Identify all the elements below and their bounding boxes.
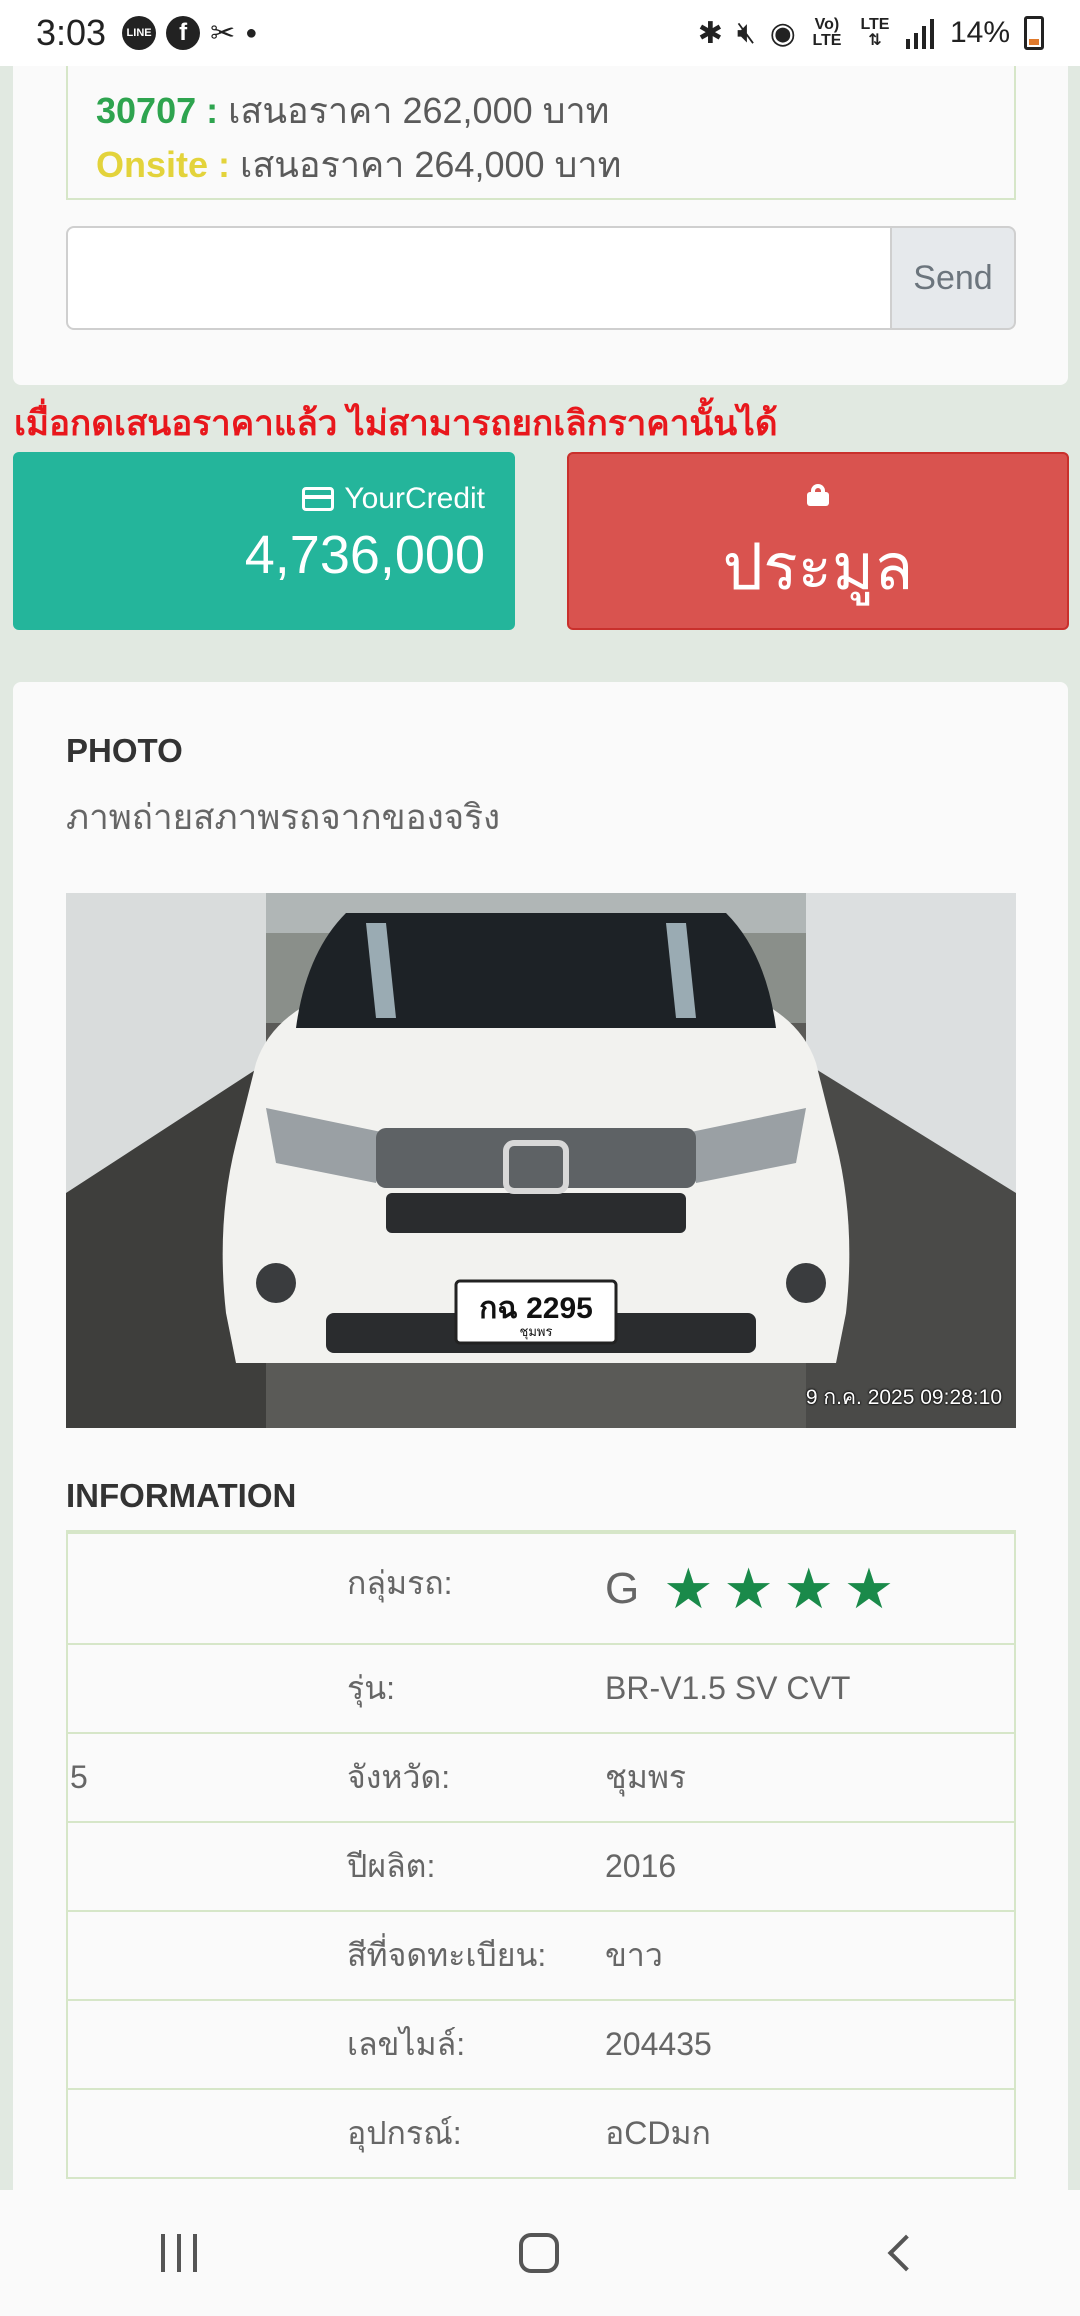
mute-icon: 🔇︎ bbox=[736, 16, 756, 49]
photo-timestamp: 9 ก.ค. 2025 09:28:10 bbox=[805, 1386, 1002, 1409]
star-icon: ★ bbox=[663, 1556, 714, 1620]
star-icon: ★ bbox=[723, 1556, 774, 1620]
information-section-title: INFORMATION bbox=[66, 1477, 297, 1514]
bid-history-card: 30707 : เสนอราคา 262,000 บาท Onsite : เส… bbox=[13, 40, 1068, 385]
grade-cell: G ★ ★ ★ ★ bbox=[605, 1531, 1016, 1645]
info-value: BR-V1.5 SV CVT bbox=[605, 1643, 1016, 1734]
info-label: รุ่น: bbox=[347, 1643, 605, 1734]
info-value: ชุมพร bbox=[605, 1732, 1016, 1823]
bid-warning-text: เมื่อกดเสนอราคาแล้ว ไม่สามารถยกเลิกราคาน… bbox=[14, 404, 778, 443]
credit-card-icon bbox=[302, 487, 335, 511]
bid-history-list: 30707 : เสนอราคา 262,000 บาท Onsite : เส… bbox=[66, 60, 1016, 200]
battery-percent: 14% bbox=[949, 16, 1010, 49]
row-index: 5 bbox=[66, 1732, 347, 1823]
bluetooth-icon: ✱ bbox=[697, 16, 723, 50]
table-cell bbox=[66, 1821, 347, 1912]
dot-icon: ● bbox=[245, 21, 258, 44]
table-cell bbox=[66, 1910, 347, 2001]
info-value: ขาว bbox=[605, 1910, 1016, 2001]
vehicle-detail-card: PHOTO ภาพถ่ายสภาพรถจากของจริง กฉ 2295 ชุ… bbox=[13, 682, 1068, 2316]
tools-icon: ✂ bbox=[210, 16, 236, 50]
volte-icon: Vo) LTE bbox=[812, 16, 842, 49]
table-row: 5 จังหวัด: ชุมพร bbox=[66, 1732, 1016, 1823]
vehicle-info-table: กลุ่มรถ: G ★ ★ ★ ★ รุ่น: BR-V1.5 SV CVT … bbox=[66, 1530, 1016, 2179]
table-cell bbox=[66, 1999, 347, 2090]
info-label: จังหวัด: bbox=[347, 1732, 605, 1823]
send-button[interactable]: Send bbox=[892, 226, 1016, 330]
message-input[interactable] bbox=[66, 226, 892, 330]
bid-entry: Onsite : เสนอราคา 264,000 บาท bbox=[96, 136, 621, 193]
table-row: ปีผลิต: 2016 bbox=[66, 1821, 1016, 1912]
status-time: 3:03 bbox=[36, 12, 107, 53]
info-label: อุปกรณ์: bbox=[347, 2088, 605, 2179]
table-cell bbox=[66, 1531, 347, 1645]
recent-apps-icon[interactable] bbox=[161, 2234, 197, 2272]
bid-text: เสนอราคา 262,000 บาท bbox=[228, 90, 610, 131]
status-bar: 3:03 LINE f ✂ ● ✱ 🔇︎ ◉ Vo) LTE LTE ⇅ 14% bbox=[0, 0, 1080, 66]
table-row: กลุ่มรถ: G ★ ★ ★ ★ bbox=[66, 1531, 1016, 1645]
table-cell bbox=[66, 2088, 347, 2179]
star-icon: ★ bbox=[843, 1556, 895, 1620]
message-row: Send bbox=[66, 226, 1016, 330]
home-icon[interactable] bbox=[519, 2233, 559, 2273]
bid-code: 30707 : bbox=[96, 90, 219, 131]
system-nav-bar bbox=[0, 2190, 1080, 2316]
info-label: เลขไมล์: bbox=[347, 1999, 605, 2090]
info-label: ปีผลิต: bbox=[347, 1821, 605, 1912]
vehicle-photo[interactable]: กฉ 2295 ชุมพร 9 ก.ค. 2025 09:28:10 bbox=[66, 893, 1016, 1428]
info-value: อCDมก bbox=[605, 2088, 1016, 2179]
info-label: กลุ่มรถ: bbox=[347, 1531, 605, 1645]
table-row: เลขไมล์: 204435 bbox=[66, 1999, 1016, 2090]
auction-button[interactable]: ประมูล bbox=[567, 452, 1069, 630]
table-cell bbox=[66, 1643, 347, 1734]
info-value: 2016 bbox=[605, 1821, 1016, 1912]
hotspot-icon: ◉ bbox=[769, 16, 796, 50]
lock-icon bbox=[807, 484, 829, 506]
star-icon: ★ bbox=[783, 1556, 834, 1620]
table-row: รุ่น: BR-V1.5 SV CVT bbox=[66, 1643, 1016, 1734]
license-plate-province: ชุมพร bbox=[519, 1324, 553, 1339]
signal-icon bbox=[905, 19, 934, 49]
back-icon[interactable] bbox=[887, 2234, 925, 2272]
info-value: 204435 bbox=[605, 1999, 1016, 2090]
facebook-icon: f bbox=[166, 16, 201, 50]
photo-section-title: PHOTO bbox=[66, 732, 183, 769]
credit-label: YourCredit bbox=[344, 482, 485, 515]
info-label: สีที่จดทะเบียน: bbox=[347, 1910, 605, 2001]
line-icon: LINE bbox=[122, 16, 157, 50]
credit-value: 4,736,000 bbox=[244, 525, 485, 585]
battery-icon bbox=[1024, 16, 1044, 50]
table-row: สีที่จดทะเบียน: ขาว bbox=[66, 1910, 1016, 2001]
credit-panel: YourCredit 4,736,000 bbox=[13, 452, 515, 630]
bid-entry: 30707 : เสนอราคา 262,000 บาท bbox=[96, 82, 609, 139]
table-row: อุปกรณ์: อCDมก bbox=[66, 2088, 1016, 2179]
auction-label: ประมูล bbox=[722, 531, 914, 603]
grade-letter: G bbox=[605, 1563, 640, 1613]
lte-icon: LTE ⇅ bbox=[860, 16, 890, 49]
photo-section-subtitle: ภาพถ่ายสภาพรถจากของจริง bbox=[66, 798, 501, 837]
bid-text: เสนอราคา 264,000 บาท bbox=[240, 144, 622, 185]
bid-code: Onsite : bbox=[96, 144, 231, 185]
